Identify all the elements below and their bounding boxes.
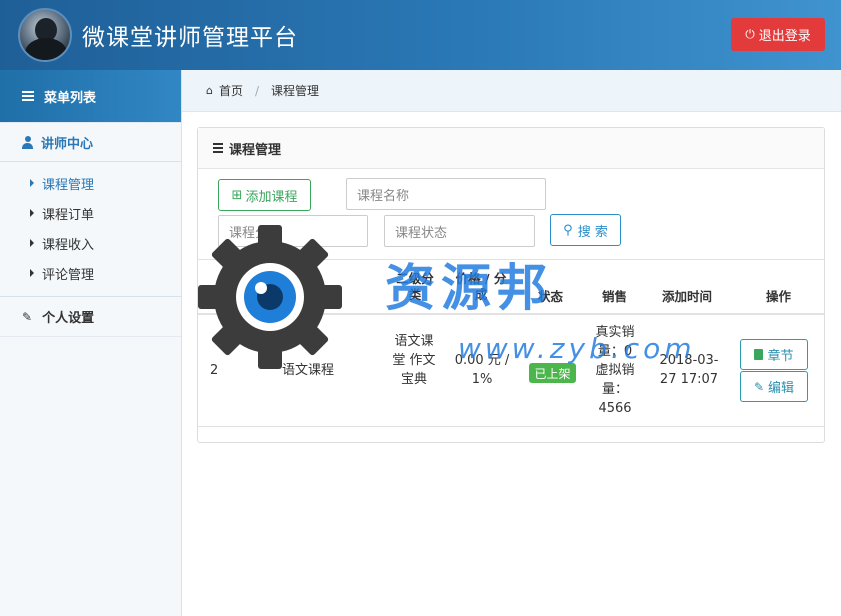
course-category-select[interactable]: 课程分类 <box>218 215 368 247</box>
panel-header: 课程管理 <box>198 128 824 169</box>
chapters-button[interactable]: 章节 <box>740 339 808 370</box>
edit-label: 编辑 <box>768 381 795 396</box>
logout-button[interactable]: ⏻ 退出登录 <box>731 18 825 51</box>
sidebar-menu-header: 菜单列表 <box>0 70 181 122</box>
course-name-placeholder: 课程名称 <box>357 188 410 204</box>
home-icon: ⌂ <box>206 84 213 97</box>
col-added: 添加时间 <box>662 289 713 304</box>
add-course-button[interactable]: ⊞ 添加课程 <box>218 179 311 211</box>
sidebar-item-course-manage[interactable]: 课程管理 <box>0 168 181 198</box>
course-name-input[interactable]: 课程名称 <box>346 178 546 210</box>
sidebar: 菜单列表 讲师中心 课程管理 课程订单 课程收入 评论管理 ✎ 个人设置 <box>0 70 182 616</box>
logout-label: 退出登录 <box>758 29 811 44</box>
edit-button[interactable]: ✎ 编辑 <box>740 371 808 402</box>
settings-label: 个人设置 <box>42 311 95 326</box>
course-category-placeholder: 课程分类 <box>229 225 282 241</box>
status-badge: 已上架 <box>529 363 576 383</box>
col-ops: 操作 <box>766 289 792 304</box>
power-icon: ⏻ <box>745 27 755 41</box>
sidebar-item-course-income[interactable]: 课程收入 <box>0 228 181 258</box>
sidebar-submenu: 课程管理 课程订单 课程收入 评论管理 <box>0 162 181 297</box>
breadcrumb: ⌂ 首页 / 课程管理 <box>182 70 841 112</box>
user-icon <box>22 135 33 149</box>
list-icon <box>213 143 223 153</box>
watermark-text: 资源邦 <box>385 258 553 317</box>
cell-category: 语文课堂 作文宝典 <box>392 334 436 387</box>
breadcrumb-current: 课程管理 <box>271 84 320 98</box>
col-sales: 销售 <box>602 289 628 304</box>
col-name: 课程名称 <box>280 289 331 304</box>
panel-title: 课程管理 <box>229 142 282 158</box>
breadcrumb-home[interactable]: 首页 <box>219 82 243 99</box>
app-title: 微课堂讲师管理平台 <box>82 25 298 51</box>
chapters-label: 章节 <box>767 349 794 364</box>
col-id: ID <box>206 289 222 304</box>
group-title-label: 讲师中心 <box>41 136 94 152</box>
sidebar-item-label: 课程收入 <box>42 237 95 253</box>
caret-right-icon <box>30 209 34 217</box>
plus-square-icon: ⊞ <box>231 187 243 203</box>
breadcrumb-separator: / <box>255 83 260 98</box>
search-label: 搜 索 <box>577 224 608 240</box>
course-status-placeholder: 课程状态 <box>395 225 448 241</box>
edit-icon: ✎ <box>22 309 33 324</box>
sidebar-item-course-orders[interactable]: 课程订单 <box>0 198 181 228</box>
user-avatar[interactable] <box>18 8 72 62</box>
cell-name: 语文课程 <box>282 363 335 378</box>
search-icon: ⚲ <box>563 222 573 238</box>
book-icon <box>754 349 764 360</box>
top-header: 微课堂讲师管理平台 ⏻ 退出登录 <box>0 0 841 70</box>
sidebar-item-label: 评论管理 <box>42 267 95 283</box>
caret-right-icon <box>30 239 34 247</box>
sidebar-group-lecturer[interactable]: 讲师中心 <box>0 122 181 162</box>
add-course-label: 添加课程 <box>245 189 298 205</box>
menu-title: 菜单列表 <box>44 90 97 106</box>
watermark-url: www.zyb.com <box>458 332 696 365</box>
sidebar-item-comments[interactable]: 评论管理 <box>0 258 181 288</box>
caret-right-icon <box>30 269 34 277</box>
list-icon <box>22 91 34 101</box>
sidebar-item-label: 课程管理 <box>42 177 95 193</box>
edit-icon: ✎ <box>753 379 765 394</box>
search-button[interactable]: ⚲ 搜 索 <box>550 214 621 246</box>
cell-id: 2 <box>210 363 219 378</box>
sidebar-item-settings[interactable]: ✎ 个人设置 <box>0 297 181 337</box>
sidebar-item-label: 课程订单 <box>42 207 95 223</box>
course-status-select[interactable]: 课程状态 <box>384 215 535 247</box>
caret-right-icon <box>30 179 34 187</box>
